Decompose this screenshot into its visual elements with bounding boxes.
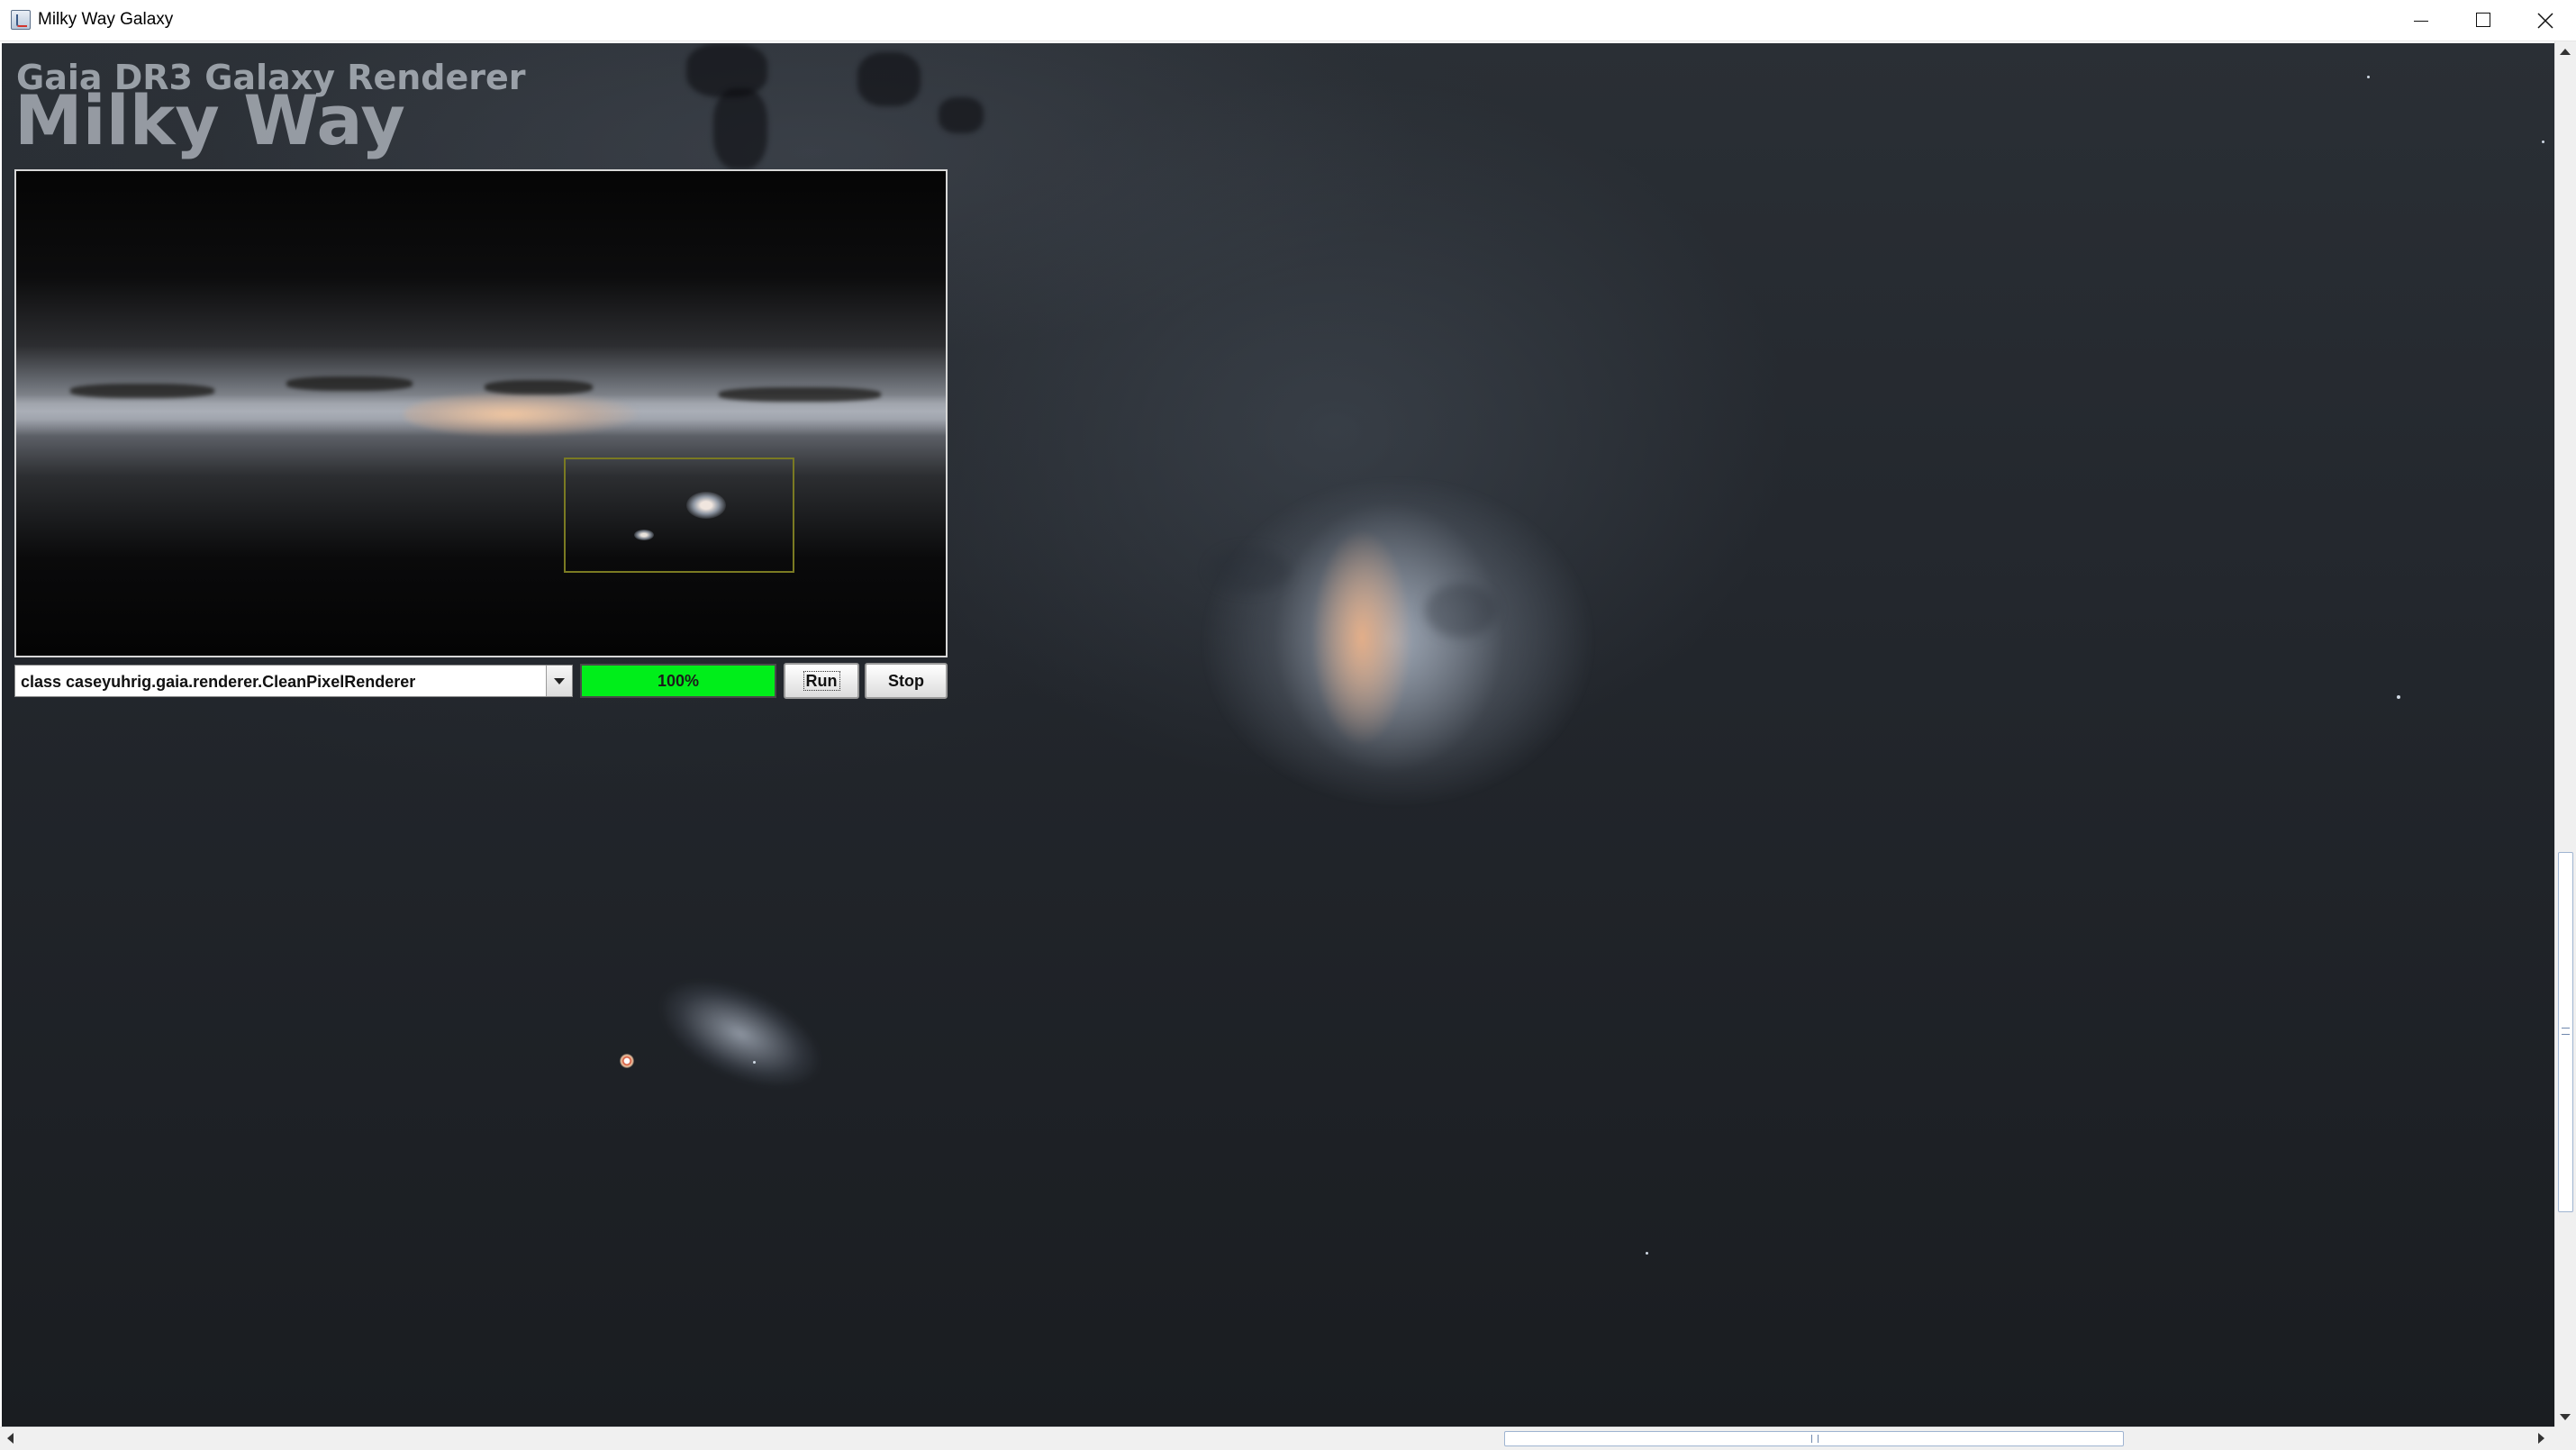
scroll-left-icon[interactable] [7,1433,14,1444]
small-magellanic-cloud [579,894,902,1174]
progress-label: 100% [657,672,700,690]
java-app-icon [11,10,31,30]
stop-button-label: Stop [888,672,924,690]
dust-lane [713,88,767,169]
star [753,1061,756,1064]
scroll-down-icon[interactable] [2560,1414,2571,1420]
chevron-down-icon[interactable] [546,666,572,696]
vertical-scrollbar[interactable] [2554,41,2576,1427]
current-view-rectangle[interactable] [564,458,794,573]
star [2397,695,2400,699]
star [2367,76,2370,78]
renderer-select[interactable]: class caseyuhrig.gaia.renderer.CleanPixe… [14,665,573,697]
star [1646,1252,1648,1255]
scroll-right-icon[interactable] [2538,1433,2544,1444]
maximize-button[interactable] [2450,0,2513,41]
close-button[interactable] [2513,0,2576,41]
dust-lane [939,97,984,133]
minimize-button[interactable] [2387,0,2450,41]
horizontal-scrollbar[interactable] [0,1427,2554,1450]
window-title: Milky Way Galaxy [38,10,174,29]
title-bar: Milky Way Galaxy [0,0,2576,41]
galactic-core [404,392,638,437]
run-button-label: Run [803,671,840,691]
stop-button[interactable]: Stop [865,663,948,699]
galaxy-title: Milky Way [14,80,405,160]
vertical-scroll-thumb[interactable] [2558,852,2573,1212]
dust-lane [1425,584,1497,638]
star [2542,140,2544,143]
dust-lane [857,52,921,106]
dust-lane [70,384,214,398]
overview-minimap[interactable] [14,169,948,657]
render-progress-bar: 100% [580,664,776,698]
scrollbar-corner [2554,1427,2576,1450]
dust-lane [1209,548,1290,593]
renderer-select-value: class caseyuhrig.gaia.renderer.CleanPixe… [21,673,416,691]
horizontal-scroll-thumb[interactable] [1504,1431,2124,1446]
run-button[interactable]: Run [784,663,859,699]
scroll-up-icon[interactable] [2560,49,2571,55]
dust-lane [719,387,881,402]
dust-lane [686,43,767,97]
large-magellanic-cloud [1146,430,1650,854]
dust-lane [286,376,413,391]
close-icon [2537,13,2553,29]
star-cluster [620,1054,634,1068]
dust-lane [485,380,593,394]
